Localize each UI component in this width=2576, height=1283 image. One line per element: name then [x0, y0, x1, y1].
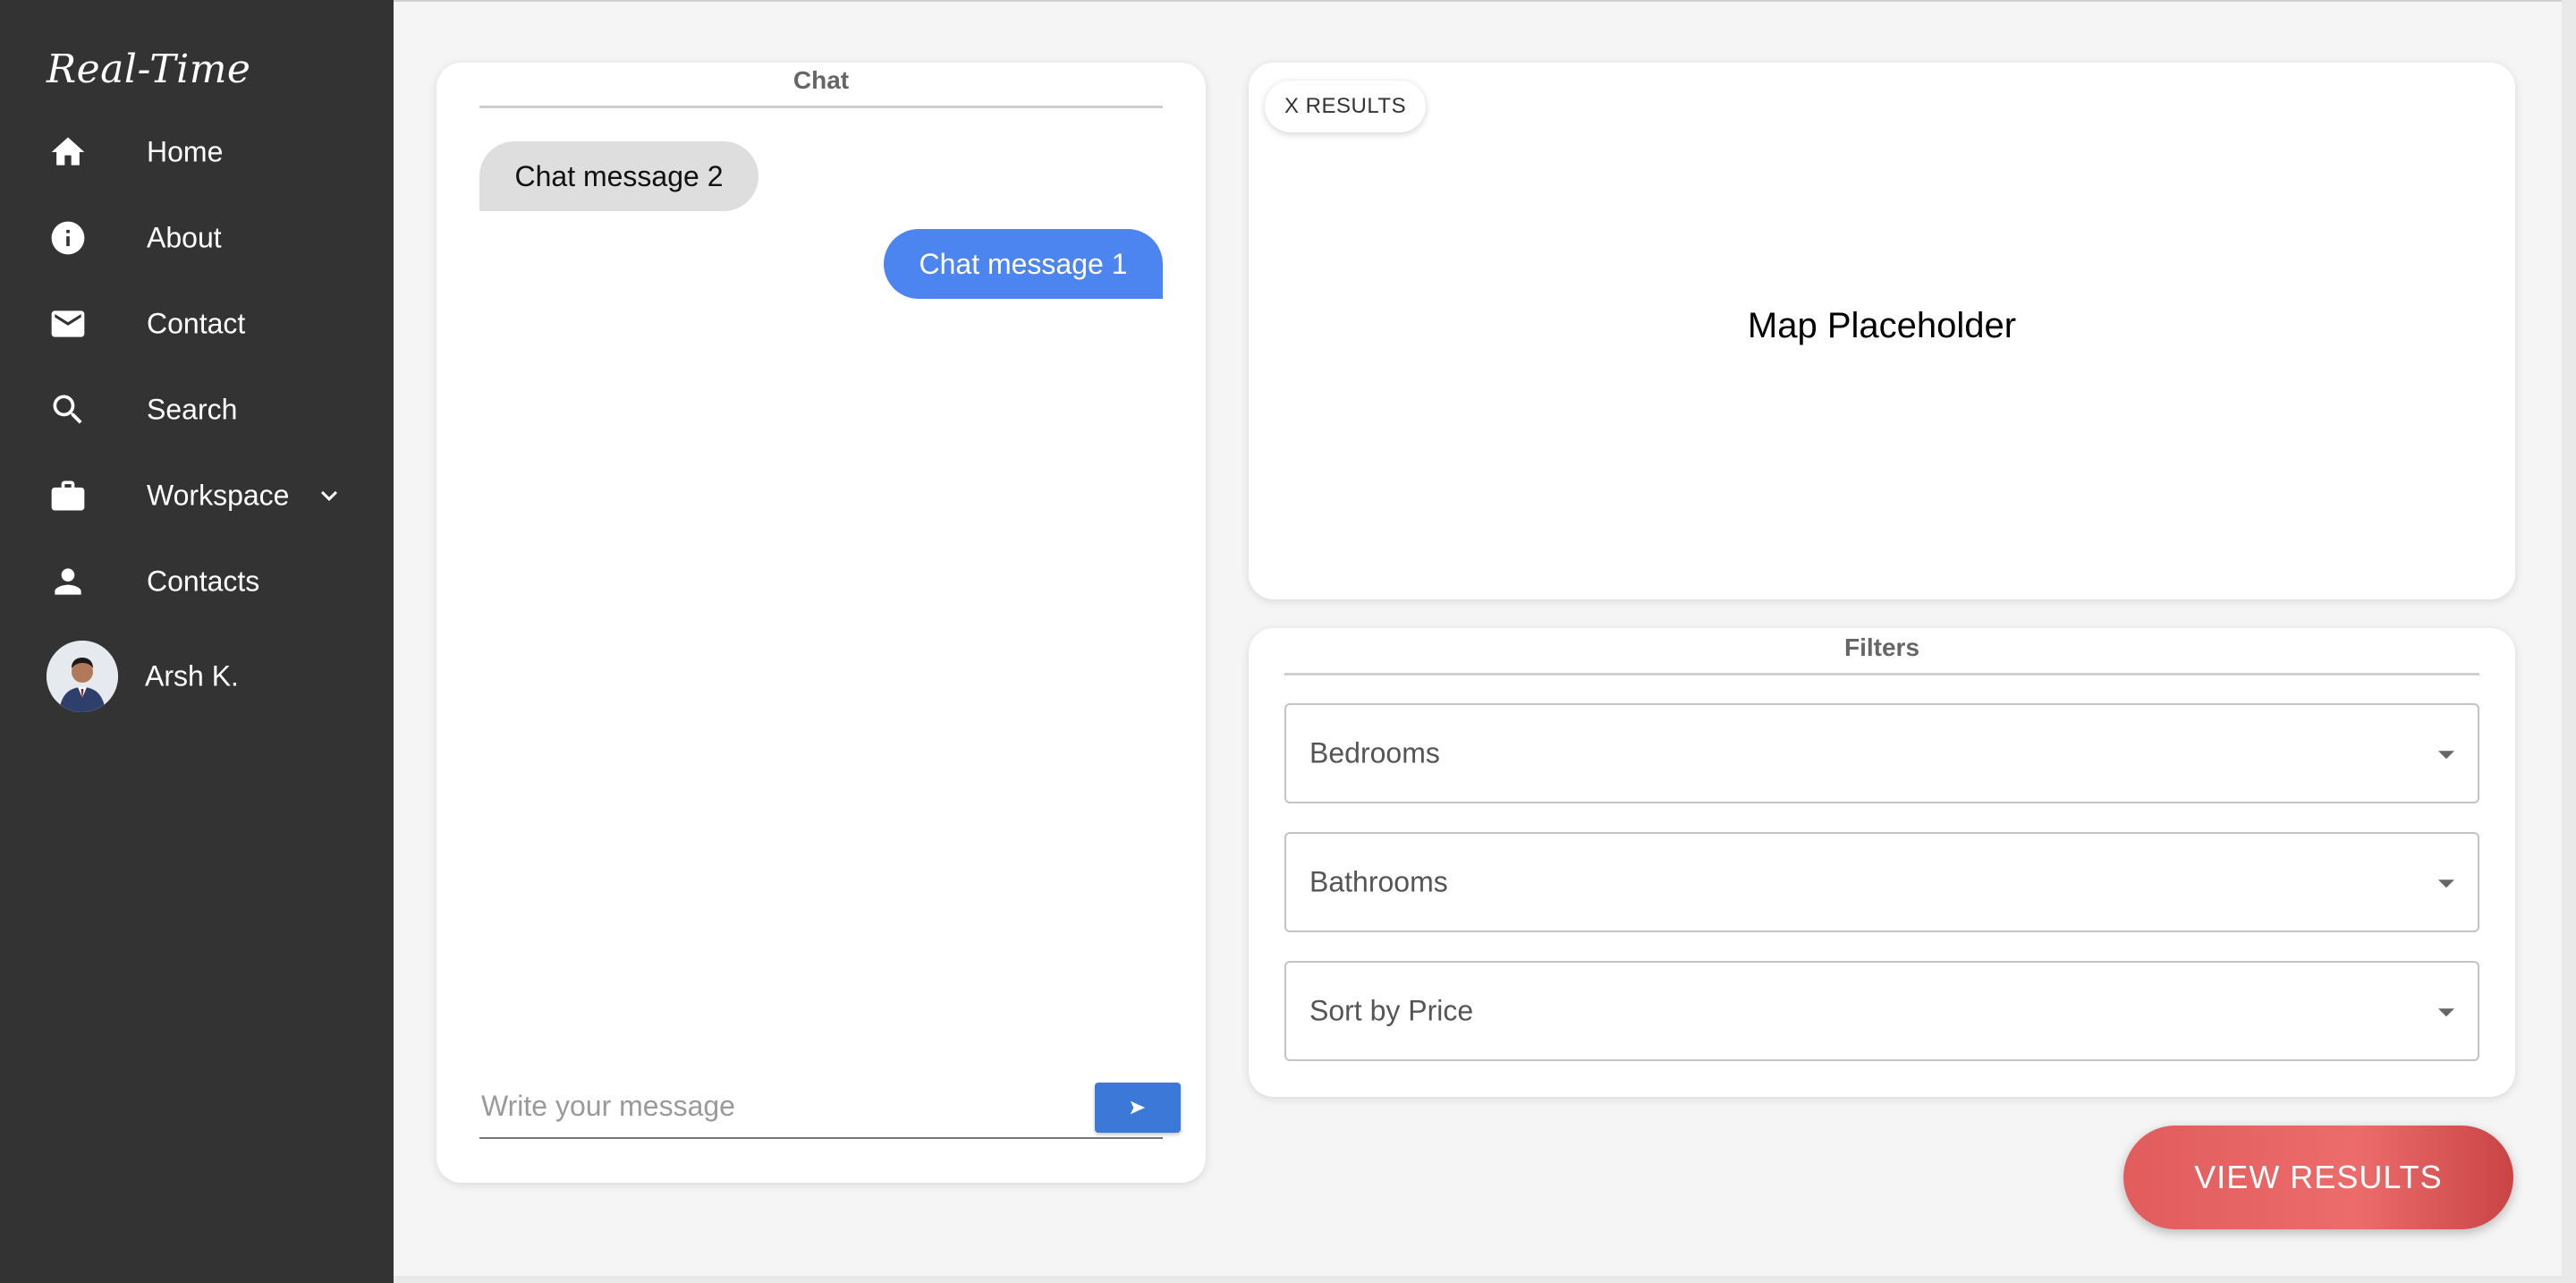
input-underline: [479, 1137, 1163, 1139]
sidebar: Real-Time Home About Contact Search Work…: [0, 0, 394, 1283]
results-count-chip[interactable]: X RESULTS: [1265, 81, 1427, 132]
search-icon: [48, 390, 88, 429]
chat-panel: Chat Chat message 2 Chat message 1: [436, 63, 1206, 1183]
filters-panel: Filters Bedrooms Bathrooms Sort by Price: [1249, 628, 2515, 1097]
chat-title: Chat: [792, 66, 850, 94]
sidebar-item-workspace[interactable]: Workspace: [0, 460, 394, 531]
home-icon: [48, 132, 88, 172]
sidebar-item-label: Contact: [147, 307, 246, 340]
divider: [479, 106, 1163, 108]
map-panel: X RESULTS Map Placeholder: [1249, 63, 2515, 599]
info-icon: [48, 218, 88, 258]
user-name[interactable]: Arsh K.: [145, 660, 239, 693]
sidebar-item-label: Workspace: [147, 479, 290, 512]
sidebar-item-label: About: [147, 221, 222, 254]
caret-down-icon: [2438, 879, 2454, 888]
avatar[interactable]: [47, 641, 118, 712]
select-label: Sort by Price: [1309, 994, 1474, 1027]
briefcase-icon: [48, 476, 88, 515]
mail-icon: [48, 304, 88, 344]
window-edge: [2562, 0, 2576, 1283]
select-label: Bathrooms: [1309, 865, 1448, 898]
caret-down-icon: [2438, 1008, 2454, 1017]
sidebar-item-contact[interactable]: Contact: [0, 288, 394, 360]
sidebar-item-label: Search: [147, 393, 238, 426]
chat-message-sent: Chat message 1: [884, 229, 1163, 299]
map-placeholder[interactable]: Map Placeholder: [1249, 306, 2515, 346]
send-button[interactable]: [1095, 1083, 1181, 1133]
sidebar-item-about[interactable]: About: [0, 202, 394, 274]
message-input[interactable]: [479, 1083, 1055, 1129]
chat-message-received: Chat message 2: [479, 141, 758, 211]
chevron-down-icon[interactable]: [313, 480, 345, 512]
main-content: Chat Chat message 2 Chat message 1 X RES…: [394, 0, 2562, 1276]
sidebar-item-search[interactable]: Search: [0, 374, 394, 446]
sidebar-item-label: Home: [147, 135, 224, 168]
bathrooms-select[interactable]: Bathrooms: [1284, 832, 2479, 932]
filters-title: Filters: [1843, 633, 1920, 661]
sidebar-item-contacts[interactable]: Contacts: [0, 546, 394, 617]
divider: [1284, 673, 2479, 675]
person-icon: [48, 562, 88, 601]
send-icon: [1130, 1100, 1146, 1115]
chat-message-text: Chat message 2: [514, 159, 724, 192]
sidebar-item-label: Contacts: [147, 565, 260, 598]
sort-by-price-select[interactable]: Sort by Price: [1284, 961, 2479, 1061]
select-label: Bedrooms: [1309, 736, 1440, 769]
chat-message-text: Chat message 1: [919, 247, 1128, 280]
sidebar-item-home[interactable]: Home: [0, 116, 394, 188]
bedrooms-select[interactable]: Bedrooms: [1284, 703, 2479, 803]
view-results-button[interactable]: VIEW RESULTS: [2123, 1126, 2513, 1229]
caret-down-icon: [2438, 751, 2454, 760]
brand-logo[interactable]: Real-Time: [47, 47, 250, 92]
